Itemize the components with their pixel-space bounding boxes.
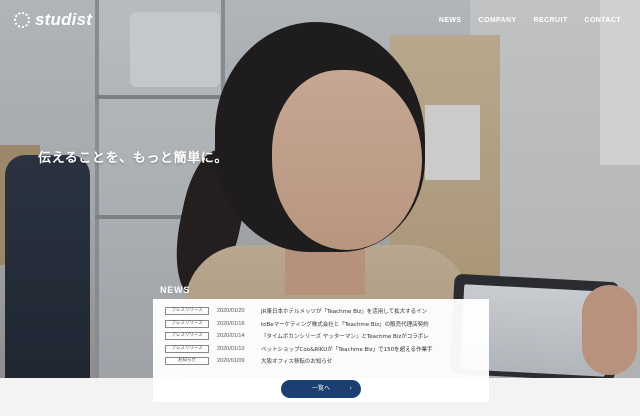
news-category-badge: プレスリリース	[165, 332, 209, 341]
news-category-badge: お知らせ	[165, 357, 209, 366]
logo[interactable]: studist	[14, 10, 92, 30]
main-nav: NEWS COMPANY RECRUIT CONTACT	[439, 17, 621, 24]
news-title[interactable]: 大阪オフィス移転のお知らせ	[261, 357, 471, 365]
news-date: 2020/01/10	[217, 345, 245, 352]
news-title[interactable]: ペットショップCoo&RIKUが「Teachme Biz」で150を超える作業手	[261, 345, 471, 353]
news-category-badge: プレスリリース	[165, 344, 209, 353]
news-item[interactable]: プレスリリース 2020/01/20 JR東日本ホテルメッツが「Teachme …	[165, 305, 489, 318]
hero-tagline: 伝えることを、もっと簡単に。	[38, 151, 229, 166]
news-title[interactable]: toBeマーケティング株式会社と「Teachme Biz」の販売代理店契約	[261, 320, 471, 328]
news-item[interactable]: プレスリリース 2020/01/16 toBeマーケティング株式会社と「Teac…	[165, 318, 489, 331]
news-item[interactable]: お知らせ 2020/01/09 大阪オフィス移転のお知らせ	[165, 355, 489, 368]
news-date: 2020/01/09	[217, 358, 245, 365]
news-title[interactable]: JR東日本ホテルメッツが「Teachme Biz」を活用して拡大するイン	[261, 307, 471, 315]
news-more-button[interactable]: 一覧へ ›	[281, 380, 361, 398]
news-category-badge: プレスリリース	[165, 307, 209, 316]
chevron-right-icon: ›	[349, 385, 352, 392]
news-date: 2020/01/16	[217, 320, 245, 327]
news-title[interactable]: 『タイムボカンシリーズ ヤッターマン』とTeachme Bizがコラボレ	[261, 332, 471, 340]
nav-company[interactable]: COMPANY	[479, 17, 517, 24]
news-item[interactable]: プレスリリース 2020/01/10 ペットショップCoo&RIKUが「Teac…	[165, 343, 489, 356]
logo-mark-icon	[14, 12, 30, 28]
news-category-badge: プレスリリース	[165, 319, 209, 328]
logo-text: studist	[35, 10, 93, 29]
nav-recruit[interactable]: RECRUIT	[534, 17, 568, 24]
news-date: 2020/01/20	[217, 308, 245, 315]
nav-contact[interactable]: CONTACT	[585, 17, 622, 24]
news-item[interactable]: プレスリリース 2020/01/14 『タイムボカンシリーズ ヤッターマン』とT…	[165, 330, 489, 343]
news-heading: NEWS	[160, 285, 191, 295]
nav-news[interactable]: NEWS	[439, 17, 462, 24]
news-date: 2020/01/14	[217, 333, 245, 340]
news-more-label: 一覧へ	[311, 385, 330, 392]
